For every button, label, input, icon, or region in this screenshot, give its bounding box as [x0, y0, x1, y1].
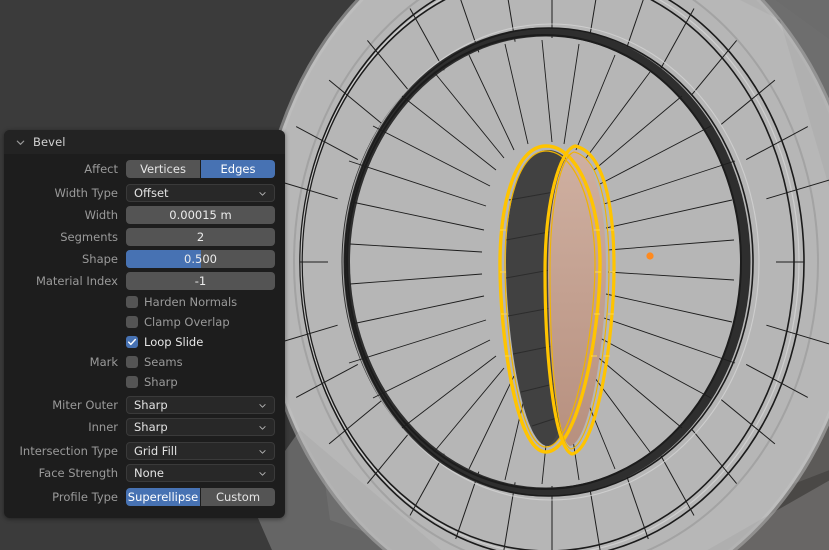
miter-inner-dropdown[interactable]: Sharp	[126, 418, 275, 436]
seams-label: Seams	[144, 355, 183, 369]
row-affect: Affect Vertices Edges	[14, 160, 275, 178]
face-strength-value: None	[134, 466, 165, 480]
blender-window: Bevel Affect Vertices Edges Width Type O	[0, 0, 829, 550]
profile-type-option-custom[interactable]: Custom	[201, 488, 275, 506]
row-clamp-overlap: Clamp Overlap	[14, 314, 275, 330]
row-loop-slide: Loop Slide	[14, 334, 275, 350]
label-mark: Mark	[89, 355, 118, 369]
shape-value: 0.500	[184, 252, 217, 266]
label-face-strength: Face Strength	[38, 466, 118, 480]
row-mark-seams: Mark Seams	[14, 354, 275, 370]
row-intersection-type: Intersection Type Grid Fill	[14, 442, 275, 460]
label-material-index: Material Index	[35, 274, 118, 288]
material-index-field[interactable]: -1	[126, 272, 275, 290]
label-width-type: Width Type	[54, 186, 118, 200]
row-shape: Shape 0.500	[14, 250, 275, 268]
row-miter-outer: Miter Outer Sharp	[14, 396, 275, 414]
row-profile-type: Profile Type Superellipse Custom	[14, 488, 275, 506]
object-origin-dot[interactable]	[646, 252, 654, 260]
profile-type-toggle-group[interactable]: Superellipse Custom	[126, 488, 275, 506]
label-miter-outer: Miter Outer	[52, 398, 118, 412]
label-affect: Affect	[84, 162, 118, 176]
checkmark-icon	[127, 338, 137, 346]
label-shape: Shape	[81, 252, 118, 266]
harden-normals-checkbox[interactable]	[126, 296, 138, 308]
width-type-value: Offset	[134, 186, 169, 200]
panel-header[interactable]: Bevel	[4, 130, 285, 154]
miter-outer-dropdown[interactable]: Sharp	[126, 396, 275, 414]
mark-sharp-label: Sharp	[144, 375, 178, 389]
row-material-index: Material Index -1	[14, 272, 275, 290]
segments-value: 2	[196, 230, 205, 244]
affect-option-vertices[interactable]: Vertices	[126, 160, 200, 178]
width-type-dropdown[interactable]: Offset	[126, 184, 275, 202]
row-mark-sharp: Sharp	[14, 374, 275, 390]
width-value: 0.00015 m	[169, 208, 232, 222]
chevron-down-icon	[259, 449, 266, 454]
material-index-value: -1	[194, 274, 207, 288]
row-miter-inner: Inner Sharp	[14, 418, 275, 436]
label-miter-inner: Inner	[88, 420, 118, 434]
bevel-operator-panel: Bevel Affect Vertices Edges Width Type O	[4, 130, 285, 518]
label-profile-type: Profile Type	[52, 490, 118, 504]
row-segments: Segments 2	[14, 228, 275, 246]
label-intersection-type: Intersection Type	[19, 444, 118, 458]
chevron-down-icon[interactable]	[15, 137, 26, 148]
intersection-type-value: Grid Fill	[134, 444, 178, 458]
miter-outer-value: Sharp	[134, 398, 168, 412]
clamp-overlap-checkbox[interactable]	[126, 316, 138, 328]
profile-type-option-superellipse[interactable]: Superellipse	[126, 488, 200, 506]
affect-option-edges[interactable]: Edges	[201, 160, 275, 178]
width-number-field[interactable]: 0.00015 m	[126, 206, 275, 224]
face-strength-dropdown[interactable]: None	[126, 464, 275, 482]
loop-slide-checkbox[interactable]	[126, 336, 138, 348]
row-width-type: Width Type Offset	[14, 184, 275, 202]
mark-sharp-checkbox[interactable]	[126, 376, 138, 388]
panel-title: Bevel	[33, 135, 66, 149]
chevron-down-icon	[259, 471, 266, 476]
label-width: Width	[84, 208, 118, 222]
intersection-type-dropdown[interactable]: Grid Fill	[126, 442, 275, 460]
row-harden-normals: Harden Normals	[14, 294, 275, 310]
shape-slider[interactable]: 0.500	[126, 250, 275, 268]
loop-slide-label: Loop Slide	[144, 335, 204, 349]
seams-checkbox[interactable]	[126, 356, 138, 368]
clamp-overlap-label: Clamp Overlap	[144, 315, 230, 329]
chevron-down-icon	[259, 191, 266, 196]
affect-toggle-group[interactable]: Vertices Edges	[126, 160, 275, 178]
row-face-strength: Face Strength None	[14, 464, 275, 482]
segments-number-field[interactable]: 2	[126, 228, 275, 246]
label-segments: Segments	[60, 230, 118, 244]
panel-body: Affect Vertices Edges Width Type Offset	[4, 154, 285, 506]
miter-inner-value: Sharp	[134, 420, 168, 434]
chevron-down-icon	[259, 425, 266, 430]
chevron-down-icon	[259, 403, 266, 408]
row-width: Width 0.00015 m	[14, 206, 275, 224]
harden-normals-label: Harden Normals	[144, 295, 238, 309]
